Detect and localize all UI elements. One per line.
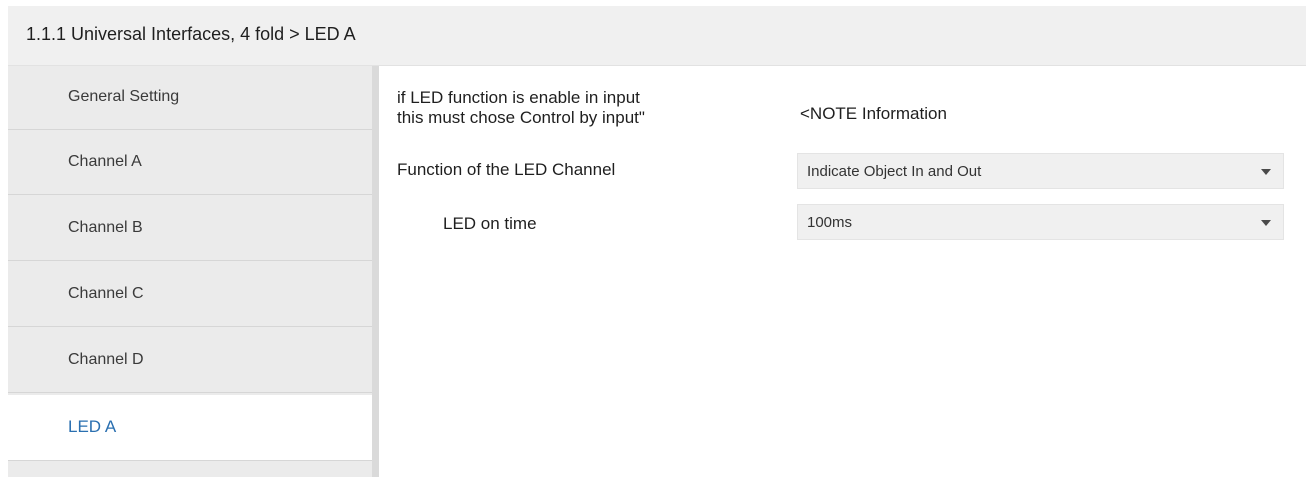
select-value: 100ms (807, 214, 853, 231)
sidebar-item-general-setting[interactable]: General Setting (8, 66, 372, 130)
sidebar: General Setting Channel A Channel B Chan… (8, 66, 379, 477)
led-on-time-select[interactable]: 100ms (797, 204, 1284, 240)
function-led-channel-label: Function of the LED Channel (397, 160, 616, 179)
sidebar-item-label: Channel C (68, 285, 144, 302)
select-value: Indicate Object In and Out (807, 163, 982, 180)
sidebar-item-channel-a[interactable]: Channel A (8, 131, 372, 195)
sidebar-item-led-a[interactable]: LED A (8, 395, 379, 461)
parameter-panel: if LED function is enable in input this … (379, 66, 1306, 477)
note-label-line-1: if LED function is enable in input (397, 88, 640, 107)
chevron-down-icon (1261, 220, 1271, 226)
breadcrumb-title: 1.1.1 Universal Interfaces, 4 fold > LED… (26, 24, 356, 44)
function-led-channel-select[interactable]: Indicate Object In and Out (797, 153, 1284, 189)
sidebar-item-label: Channel D (68, 351, 144, 368)
chevron-down-icon (1261, 169, 1271, 175)
sidebar-item-channel-b[interactable]: Channel B (8, 197, 372, 261)
sidebar-item-channel-c[interactable]: Channel C (8, 263, 372, 327)
note-label-line-2: this must chose Control by input" (397, 108, 645, 127)
parameter-window: 1.1.1 Universal Interfaces, 4 fold > LED… (0, 0, 1306, 477)
led-on-time-label: LED on time (443, 214, 537, 233)
note-information-text: <NOTE Information (800, 104, 947, 123)
sidebar-item-label: Channel A (68, 153, 142, 170)
sidebar-item-label: LED A (68, 417, 117, 436)
title-bar: 1.1.1 Universal Interfaces, 4 fold > LED… (8, 6, 1306, 66)
sidebar-item-channel-d[interactable]: Channel D (8, 329, 372, 393)
sidebar-item-label: Channel B (68, 219, 143, 236)
sidebar-item-label: General Setting (68, 88, 180, 105)
sidebar-scrollbar[interactable] (372, 66, 379, 477)
note-label: if LED function is enable in input this … (397, 88, 645, 128)
